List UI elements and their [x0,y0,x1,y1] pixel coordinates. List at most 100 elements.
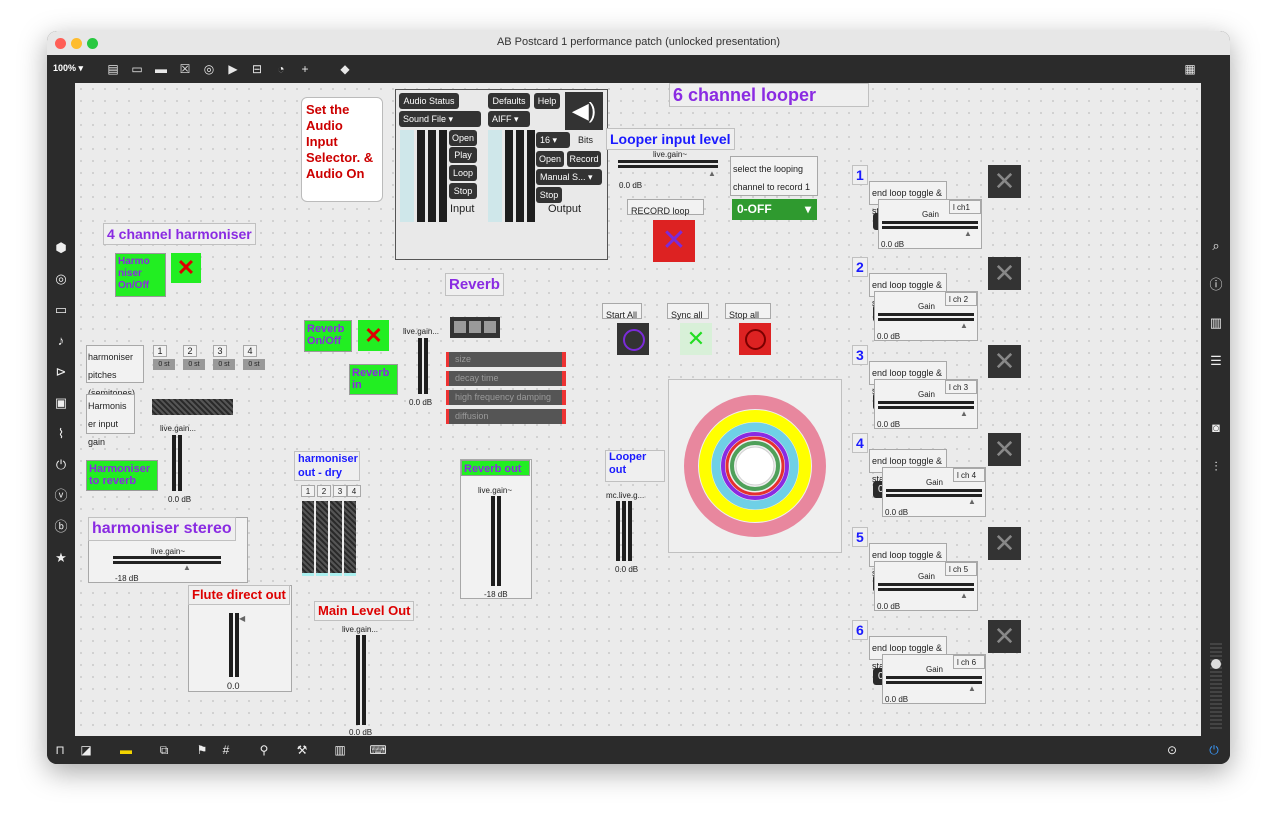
sound-file-menu[interactable]: Sound File ▾ [399,111,481,127]
harmoniser-input-gain-slider[interactable] [152,399,233,415]
message-icon[interactable]: ▭ [129,61,145,77]
sliders-icon[interactable]: ⫶ [1208,459,1224,475]
comment-icon[interactable]: ▬ [153,61,169,77]
dial-icon[interactable]: ◔ [273,61,289,77]
looper-channel-slider-thumb[interactable]: ▲ [960,409,968,418]
looper-channel-end-toggle[interactable]: ✕ [988,257,1021,290]
toggle-icon[interactable]: ☒ [177,61,193,77]
open-button[interactable]: Open [449,130,477,146]
monitor-icon[interactable]: ▭ [53,302,69,318]
book-icon[interactable]: ▥ [1208,315,1224,331]
manual-menu[interactable]: Manual S... ▾ [536,169,602,185]
reverb-damping-slider[interactable]: high frequency damping [446,390,566,405]
cube-icon[interactable]: ⬢ [53,240,69,256]
stop-output-button[interactable]: Stop [536,187,562,203]
looper-channel-end-toggle[interactable]: ✕ [988,165,1021,198]
list-icon[interactable]: ☰ [1208,353,1224,369]
paperclip-icon[interactable]: ⌇ [53,426,69,442]
debug-icon[interactable]: ⚑ [193,742,211,758]
play-button[interactable]: Play [449,147,477,163]
dry-fader-2[interactable] [316,501,328,576]
reverb-diffusion-slider[interactable]: diffusion [446,409,566,424]
presentation-mode-icon[interactable]: ▬ [117,742,135,758]
looper-channel-slider-thumb[interactable]: ▲ [964,229,972,238]
grid-snap-icon[interactable]: # [217,742,235,758]
paint-bucket-icon[interactable]: ◆ [337,61,353,77]
flute-direct-out-heading: Flute direct out [188,585,290,605]
loop-button[interactable]: Loop [449,165,477,181]
reverb-decay-slider[interactable]: decay time [446,371,566,386]
dry-fader-3[interactable] [330,501,342,576]
vimeo-icon[interactable]: ⓥ [53,488,69,504]
b-icon[interactable]: ⓑ [53,519,69,535]
info-icon[interactable]: ⓘ [1208,277,1224,293]
harmoniser-voice-2[interactable]: 2 0 st [183,345,205,370]
master-level-meter[interactable] [1210,643,1222,731]
reverb-onoff-toggle[interactable]: ✕ [358,320,389,351]
star-icon[interactable]: ★ [53,550,69,566]
stop-button[interactable]: Stop [449,183,477,199]
camera-icon[interactable]: ◙ [1208,420,1224,436]
stop-all-button[interactable] [739,323,771,355]
master-level-knob[interactable] [1211,659,1221,669]
reverb-preset-selector[interactable] [450,317,500,338]
sync-all-toggle[interactable]: ✕ [680,323,712,355]
open-output-button[interactable]: Open [536,151,564,167]
bits-menu[interactable]: 16 ▾ [536,132,570,148]
looping-channel-menu[interactable]: 0-OFF ▾ [732,199,817,220]
harmoniser-onoff-toggle[interactable]: ✕ [171,253,201,283]
dry-fader-1[interactable] [302,501,314,576]
windows-icon[interactable]: ⧉ [155,742,173,758]
looper-channel-slider-thumb[interactable]: ▲ [960,591,968,600]
wrench-icon[interactable]: ⚒ [293,742,311,758]
looper-input-slider-thumb[interactable]: ▲ [708,169,716,178]
start-all-button[interactable] [617,323,649,355]
flute-slider-thumb[interactable]: ◀ [239,614,245,623]
presentation-icon[interactable]: ▤ [105,61,121,77]
bits-label: Bits [578,135,594,145]
lock-icon[interactable]: ⊓ [51,742,69,758]
reverb-size-slider[interactable]: size [446,352,566,367]
harmoniser-voice-4[interactable]: 4 0 st [243,345,265,370]
harmoniser-to-reverb-toggle[interactable]: Harmoniser to reverb [86,460,158,491]
looper-channel-end-toggle[interactable]: ✕ [988,620,1021,653]
grid-icon[interactable]: ▦ [1182,61,1198,77]
harmoniser-voice-3[interactable]: 3 0 st [213,345,235,370]
media-icon[interactable]: ⊳ [53,364,69,380]
plus-icon[interactable]: + [297,61,313,77]
edit-mode-icon[interactable]: ◪ [77,742,95,758]
patcher-canvas[interactable]: 6 channel looper Set the Audio Input Sel… [75,83,1201,737]
looper-channel-slider-thumb[interactable]: ▲ [968,684,976,693]
plug-icon[interactable]: ⏻ [53,457,69,473]
aiff-menu[interactable]: AIFF ▾ [488,111,530,127]
panel-icon[interactable]: ⊟ [249,61,265,77]
harmoniser-voice-1[interactable]: 1 0 st [153,345,175,370]
reverb-in-toggle[interactable]: Reverb in [349,364,398,395]
audio-status-button[interactable]: Audio Status [399,93,459,109]
looper-channel-end-toggle[interactable]: ✕ [988,527,1021,560]
harmoniser-stereo-slider-thumb[interactable]: ▲ [183,563,191,572]
looper-channel-end-toggle[interactable]: ✕ [988,433,1021,466]
looper-channel-slider-thumb[interactable]: ▲ [960,321,968,330]
record-loop-toggle[interactable]: ✕ [653,220,695,262]
zoom-menu[interactable]: 100% ▾ [53,63,83,74]
transport-play-icon[interactable]: ⊙ [1163,742,1181,758]
search-icon[interactable]: ⌕ [1208,238,1224,254]
dry-fader-4[interactable] [344,501,356,576]
playback-icon[interactable]: ▶ [225,61,241,77]
help-button[interactable]: Help [534,93,560,109]
button-icon[interactable]: ◎ [201,61,217,77]
keyboard-icon[interactable]: ⌨ [369,742,387,758]
audio-comment-bubble: Set the Audio Input Selector. & Audio On [301,97,383,202]
music-note-icon[interactable]: ♪ [53,333,69,349]
speaker-icon[interactable]: ◀) [565,92,603,130]
image-icon[interactable]: ▣ [53,395,69,411]
record-button[interactable]: Record [567,151,601,167]
defaults-button[interactable]: Defaults [488,93,530,109]
patch-cord-icon[interactable]: ⚲ [255,742,273,758]
looper-channel-slider-thumb[interactable]: ▲ [968,497,976,506]
power-icon[interactable]: ⏻ [1205,742,1223,758]
looper-channel-end-toggle[interactable]: ✕ [988,345,1021,378]
piano-icon[interactable]: ▥ [331,742,349,758]
target-icon[interactable]: ◎ [53,271,69,287]
